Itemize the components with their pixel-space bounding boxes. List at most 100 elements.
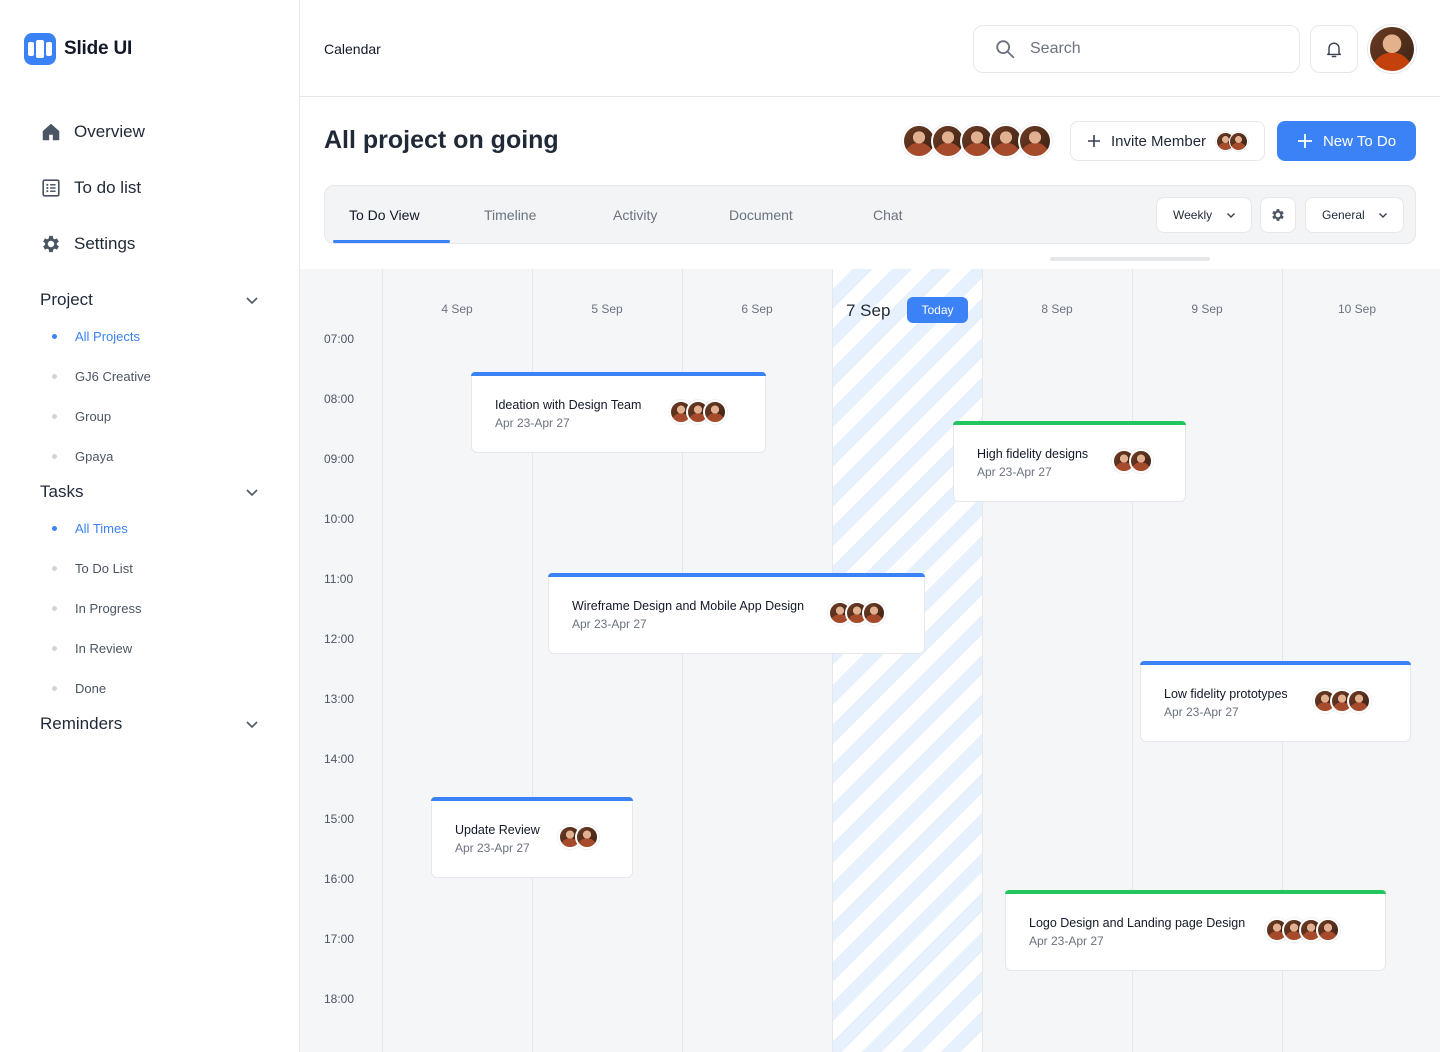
section-project[interactable]: Project	[40, 290, 260, 310]
sidebar-item-all-projects[interactable]: All Projects	[52, 329, 140, 344]
event-title: Update Review	[455, 823, 540, 837]
time-label: 18:00	[324, 992, 355, 1006]
avatar	[862, 601, 886, 625]
avatar	[1347, 689, 1371, 713]
search-icon	[996, 40, 1015, 59]
day-header[interactable]: 6 Sep	[682, 302, 832, 316]
event-title: Logo Design and Landing page Design	[1029, 916, 1246, 930]
calendar-settings-button[interactable]	[1260, 197, 1296, 233]
tab-activity[interactable]: Activity	[613, 207, 657, 223]
bullet-icon	[52, 606, 57, 611]
sidebar-item-label: GJ6 Creative	[75, 369, 151, 384]
top-bar: Calendar	[300, 0, 1440, 97]
section-tasks[interactable]: Tasks	[40, 482, 260, 502]
search-input[interactable]	[1030, 40, 1270, 58]
app-name: Slide UI	[64, 38, 133, 59]
tab-document[interactable]: Document	[729, 207, 793, 223]
event-date: Apr 23-Apr 27	[495, 416, 570, 430]
new-todo-label: New To Do	[1322, 132, 1397, 150]
event-card[interactable]: High fidelity designs Apr 23-Apr 27	[953, 421, 1186, 502]
day-header[interactable]: 9 Sep	[1132, 302, 1282, 316]
sidebar-item-label: All Times	[75, 521, 128, 536]
event-card[interactable]: Low fidelity prototypes Apr 23-Apr 27	[1140, 661, 1411, 742]
nav-todo-label: To do list	[74, 178, 142, 197]
nav-settings[interactable]: Settings	[40, 233, 135, 255]
bullet-icon	[52, 646, 57, 651]
sidebar: Slide UI Overview To do list Settings Pr…	[0, 0, 300, 1052]
event-card[interactable]: Wireframe Design and Mobile App Design A…	[548, 573, 925, 654]
user-avatar[interactable]	[1368, 25, 1416, 73]
bullet-icon	[52, 334, 57, 339]
tab-to-do-view[interactable]: To Do View	[349, 207, 420, 223]
section-reminders-title: Reminders	[40, 714, 123, 733]
category-select[interactable]: General	[1305, 197, 1404, 233]
day-header[interactable]: 10 Sep	[1282, 302, 1432, 316]
sidebar-item-label: All Projects	[75, 329, 141, 344]
chevron-down-icon	[1227, 213, 1235, 218]
event-title: Low fidelity prototypes	[1164, 687, 1288, 701]
avatar	[1129, 449, 1153, 473]
weekly-calendar: 4 Sep 5 Sep 6 Sep 7 Sep Today 8 Sep 9 Se…	[300, 269, 1440, 1052]
sidebar-item-in-progress[interactable]: In Progress	[52, 601, 141, 616]
event-members	[828, 601, 886, 625]
day-header-today[interactable]: 7 Sep	[846, 301, 890, 321]
event-date: Apr 23-Apr 27	[1029, 934, 1104, 948]
event-card[interactable]: Logo Design and Landing page Design Apr …	[1005, 890, 1386, 971]
event-card[interactable]: Ideation with Design Team Apr 23-Apr 27	[471, 372, 766, 453]
view-select[interactable]: Weekly	[1156, 197, 1252, 233]
section-reminders[interactable]: Reminders	[40, 714, 260, 734]
event-members	[558, 825, 599, 849]
day-header[interactable]: 5 Sep	[532, 302, 682, 316]
time-label: 14:00	[324, 752, 355, 766]
app-logo[interactable]: Slide UI	[24, 33, 132, 65]
view-select-value: Weekly	[1173, 208, 1213, 222]
event-title: Ideation with Design Team	[495, 398, 642, 412]
nav-overview[interactable]: Overview	[40, 121, 145, 143]
horizontal-scrollbar[interactable]	[1050, 257, 1210, 261]
bullet-icon	[52, 566, 57, 571]
bullet-icon	[52, 414, 57, 419]
active-tab-indicator	[333, 240, 450, 243]
tab-chat[interactable]: Chat	[873, 207, 903, 223]
column-divider	[982, 269, 983, 1052]
today-column-highlight	[833, 269, 982, 1052]
section-tasks-title: Tasks	[40, 482, 84, 501]
category-select-value: General	[1322, 208, 1365, 222]
notifications-button[interactable]	[1310, 25, 1358, 73]
time-label: 16:00	[324, 872, 355, 886]
list-icon	[42, 179, 60, 197]
chevron-down-icon	[246, 489, 258, 497]
day-header[interactable]: 8 Sep	[982, 302, 1132, 316]
tab-timeline[interactable]: Timeline	[484, 207, 536, 223]
new-todo-button[interactable]: New To Do	[1277, 121, 1416, 161]
time-label: 13:00	[324, 692, 355, 706]
sidebar-item-group[interactable]: Group	[52, 409, 111, 424]
event-card[interactable]: Update Review Apr 23-Apr 27	[431, 797, 633, 878]
gear-icon	[1272, 209, 1284, 221]
avatar	[1229, 131, 1249, 151]
sidebar-item-done[interactable]: Done	[52, 681, 106, 696]
team-avatars[interactable]	[902, 124, 1052, 158]
nav-todo-list[interactable]: To do list	[40, 177, 141, 199]
time-label: 09:00	[324, 452, 355, 466]
search-box[interactable]	[973, 25, 1300, 73]
day-header[interactable]: 4 Sep	[382, 302, 532, 316]
sidebar-item-label: In Progress	[75, 601, 142, 616]
time-label: 11:00	[324, 572, 354, 586]
sidebar-item-all-times[interactable]: All Times	[52, 521, 128, 536]
sidebar-item-gpaya[interactable]: Gpaya	[52, 449, 113, 464]
column-divider	[382, 269, 383, 1052]
avatar	[703, 400, 727, 424]
invite-member-button[interactable]: Invite Member	[1070, 121, 1265, 161]
time-label: 07:00	[324, 332, 355, 346]
section-project-title: Project	[40, 290, 93, 309]
avatar	[575, 825, 599, 849]
time-label: 12:00	[324, 632, 355, 646]
logo-icon	[24, 33, 56, 65]
time-label: 15:00	[324, 812, 355, 826]
sidebar-item-gj6-creative[interactable]: GJ6 Creative	[52, 369, 151, 384]
invite-member-label: Invite Member	[1111, 132, 1207, 150]
page-title: All project on going	[324, 126, 559, 154]
sidebar-item-to-do-list[interactable]: To Do List	[52, 561, 133, 576]
sidebar-item-in-review[interactable]: In Review	[52, 641, 132, 656]
